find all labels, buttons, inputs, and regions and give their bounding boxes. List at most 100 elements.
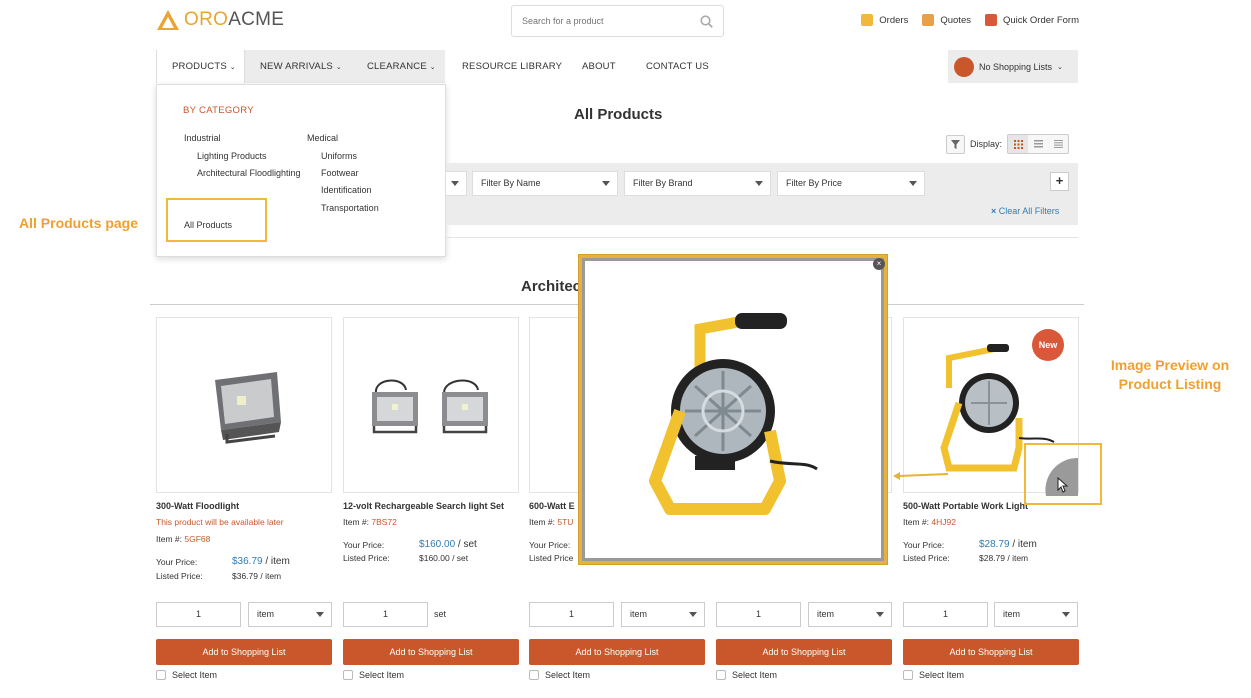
quantity-input[interactable]: 1	[529, 602, 614, 627]
shopping-lists-dropdown[interactable]: No Shopping Lists ⌄	[948, 50, 1078, 83]
quick-order-link[interactable]: Quick Order Form	[984, 14, 1079, 26]
listed-price: $28.79 / item	[979, 553, 1029, 563]
product-name[interactable]: 600-Watt E	[529, 501, 575, 511]
item-number: Item #: 4HJ92	[903, 517, 956, 527]
product-image[interactable]	[343, 317, 519, 493]
image-preview-content	[585, 261, 881, 558]
logo-text: OROACME	[184, 9, 285, 30]
new-badge: New	[1032, 329, 1064, 361]
close-preview-button[interactable]: ×	[873, 258, 885, 270]
menu-item-medical[interactable]: Medical	[307, 133, 338, 143]
select-item[interactable]: Select Item	[903, 670, 964, 680]
quick-order-icon	[984, 14, 997, 26]
filter-select-hidden[interactable]	[446, 171, 467, 196]
search-input[interactable]	[522, 7, 692, 35]
display-options: Display:	[946, 134, 1070, 154]
your-price-label: Your Price:	[529, 540, 571, 550]
caret-down-icon	[451, 181, 459, 186]
product-image[interactable]	[156, 317, 332, 493]
item-number: Item #: 7BS72	[343, 517, 397, 527]
unit-select[interactable]: item	[621, 602, 705, 627]
select-item[interactable]: Select Item	[529, 670, 590, 680]
your-price-label: Your Price:	[156, 557, 198, 567]
select-checkbox[interactable]	[716, 670, 726, 680]
orders-link[interactable]: Orders	[861, 14, 908, 26]
add-to-shopping-list-button[interactable]: Add to Shopping List	[529, 639, 705, 665]
nav-contact[interactable]: CONTACT US	[646, 50, 709, 83]
your-price: $36.79 / item	[232, 556, 290, 567]
menu-item-transportation[interactable]: Transportation	[321, 203, 379, 213]
unit-select[interactable]: item	[994, 602, 1078, 627]
logo-icon	[157, 10, 179, 30]
nav-products[interactable]: PRODUCTS ⌄	[156, 50, 245, 83]
filter-by-name[interactable]: Filter By Name	[472, 171, 618, 196]
quantity-input[interactable]: 1	[903, 602, 988, 627]
menu-item-industrial[interactable]: Industrial	[184, 133, 221, 143]
filter-toggle-button[interactable]	[946, 134, 965, 154]
image-preview-popup	[579, 255, 887, 564]
quantity-input[interactable]: 1	[156, 602, 241, 627]
nav-about[interactable]: ABOUT	[582, 50, 616, 83]
your-price: $160.00 / set	[419, 539, 477, 550]
listed-price-label: Listed Price	[529, 553, 574, 563]
work-light-large-image	[649, 313, 818, 515]
highlight-all-products	[166, 198, 267, 242]
zoom-trigger[interactable]	[1044, 458, 1080, 498]
filter-by-brand[interactable]: Filter By Brand	[624, 171, 771, 196]
list-icon	[1033, 140, 1043, 148]
quantity-input[interactable]: 1	[716, 602, 801, 627]
search-box	[511, 5, 724, 37]
menu-item-lighting[interactable]: Lighting Products	[197, 151, 267, 161]
quotes-icon	[922, 14, 935, 26]
chevron-down-icon: ⌄	[1057, 63, 1063, 71]
quantity-input[interactable]: 1	[343, 602, 428, 627]
menu-item-uniforms[interactable]: Uniforms	[321, 151, 357, 161]
view-mode-group	[1007, 134, 1070, 154]
select-checkbox[interactable]	[529, 670, 539, 680]
page: OROACME Orders Quotes Quick Order Form P…	[0, 0, 1251, 698]
gallery-view-button[interactable]	[1008, 135, 1029, 153]
annotation-image-preview: Image Preview on Product Listing	[1110, 357, 1230, 392]
select-item[interactable]: Select Item	[343, 670, 404, 680]
category-heading: Architec	[521, 278, 582, 295]
add-filter-button[interactable]: +	[1050, 172, 1069, 191]
compact-list-icon	[1053, 140, 1063, 148]
add-to-shopping-list-button[interactable]: Add to Shopping List	[716, 639, 892, 665]
add-to-shopping-list-button[interactable]: Add to Shopping List	[156, 639, 332, 665]
listed-price-label: Listed Price:	[343, 553, 390, 563]
menu-item-footwear[interactable]: Footwear	[321, 168, 359, 178]
menu-item-identification[interactable]: Identification	[321, 185, 372, 195]
add-to-shopping-list-button[interactable]: Add to Shopping List	[343, 639, 519, 665]
listed-price-label: Listed Price:	[156, 571, 203, 581]
nav-resource-library[interactable]: RESOURCE LIBRARY	[462, 50, 562, 83]
product-name[interactable]: 12-volt Rechargeable Search light Set	[343, 501, 504, 511]
menu-item-architectural[interactable]: Architectural Floodlighting	[197, 168, 301, 178]
caret-down-icon	[602, 181, 610, 186]
select-checkbox[interactable]	[156, 670, 166, 680]
display-label: Display:	[970, 139, 1003, 149]
unit-select[interactable]: item	[248, 602, 332, 627]
nav-clearance[interactable]: CLEARANCE ⌄	[367, 50, 436, 83]
select-checkbox[interactable]	[903, 670, 913, 680]
select-item[interactable]: Select Item	[716, 670, 777, 680]
unit-select[interactable]: item	[808, 602, 892, 627]
your-price-label: Your Price:	[903, 540, 945, 550]
quotes-link[interactable]: Quotes	[922, 14, 971, 26]
grid-icon	[1013, 139, 1023, 149]
logo[interactable]: OROACME	[156, 9, 284, 31]
product-name[interactable]: 500-Watt Portable Work Light	[903, 501, 1028, 511]
compact-view-button[interactable]	[1048, 135, 1068, 153]
product-name[interactable]: 300-Watt Floodlight	[156, 501, 239, 511]
list-view-button[interactable]	[1028, 135, 1048, 153]
filter-by-price[interactable]: Filter By Price	[777, 171, 925, 196]
main-nav: PRODUCTS ⌄ NEW ARRIVALS ⌄ CLEARANCE ⌄ RE…	[156, 50, 1078, 83]
shopping-list-icon	[954, 56, 974, 77]
select-item[interactable]: Select Item	[156, 670, 217, 680]
item-number: Item #: 5TU	[529, 517, 574, 527]
clear-all-filters-link[interactable]: × Clear All Filters	[991, 206, 1059, 216]
nav-new-arrivals[interactable]: NEW ARRIVALS ⌄	[260, 50, 342, 83]
search-icon[interactable]	[700, 15, 713, 28]
select-checkbox[interactable]	[343, 670, 353, 680]
add-to-shopping-list-button[interactable]: Add to Shopping List	[903, 639, 1079, 665]
annotation-all-products: All Products page	[19, 215, 139, 231]
